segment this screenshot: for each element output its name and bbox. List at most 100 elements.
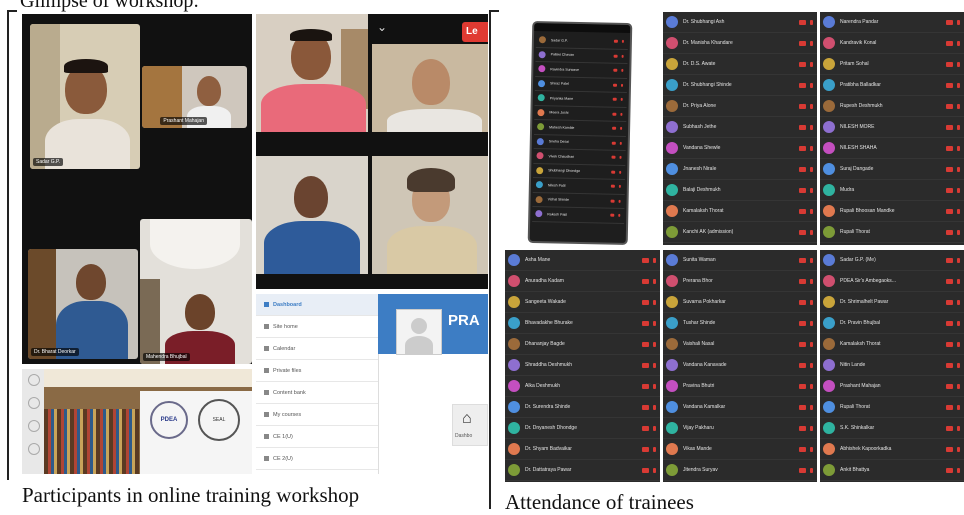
mic-off-icon <box>799 61 806 67</box>
dashboard-tile[interactable]: ⌂ Dashbo <box>452 404 488 446</box>
mic-off-icon <box>642 278 649 284</box>
lms-menu-label: Content bank <box>273 389 306 396</box>
participant-name: Dr. Shubhangi Shinde <box>683 82 732 88</box>
participant-row[interactable]: Mudra <box>820 180 964 201</box>
lms-menu-my-courses[interactable]: My courses <box>256 404 378 426</box>
camera-off-icon <box>957 82 960 88</box>
participant-row[interactable]: PDEA Sir's Ambegaoks... <box>820 271 964 292</box>
lms-menu-course-1[interactable]: CE 1(U) <box>256 426 378 448</box>
participant-row[interactable]: Vijay Pakharu <box>663 418 817 439</box>
participant-row[interactable]: Dr. Shubhangi Shinde <box>663 75 817 96</box>
participant-row[interactable]: Pravina Bhutri <box>663 376 817 397</box>
participant-row[interactable]: Narendra Pandar <box>820 12 964 33</box>
video-tile-mahendra[interactable]: Mahendra Bhujbal <box>140 219 252 364</box>
pin-icon[interactable] <box>28 420 40 432</box>
participant-row[interactable]: Asha Mane <box>505 250 660 271</box>
lms-menu-dashboard[interactable]: Dashboard <box>256 294 378 316</box>
camera-off-icon <box>810 145 813 151</box>
video-tile-prashant[interactable]: Prashant Mahajan <box>142 66 247 128</box>
participant-row[interactable]: Kamalaksh Thorat <box>663 201 817 222</box>
participant-row[interactable]: Pratibha Balladkar <box>820 75 964 96</box>
participant-row[interactable]: Dr. Priya Alone <box>663 96 817 117</box>
participant-row[interactable]: Vaishali Nasal <box>663 334 817 355</box>
participant-row[interactable]: Vandana Kanavade <box>663 355 817 376</box>
participant-name-tag: Dr. Bharat Deorkar <box>31 348 79 356</box>
lms-menu-course-2[interactable]: CE 2(U) <box>256 448 378 470</box>
participant-row[interactable]: Dr. Pravin Bhujbal <box>820 313 964 334</box>
participant-row[interactable]: S.K. Shinkalkar <box>820 418 964 439</box>
zoom-in-icon[interactable] <box>28 374 40 386</box>
participant-row[interactable]: NILESH SHAHA <box>820 138 964 159</box>
phone-icon[interactable] <box>28 443 40 455</box>
participant-row[interactable]: Jnanesh Nirale <box>663 159 817 180</box>
participant-name: Rupali Bhoosan Mandke <box>840 208 895 214</box>
participant-row[interactable]: Vandana Kamalkar <box>663 397 817 418</box>
participant-row[interactable]: Kamalaksh Thorat <box>820 334 964 355</box>
participant-row[interactable]: Rakesh Patil <box>532 207 625 224</box>
mic-off-icon <box>642 446 649 452</box>
participant-row[interactable]: Dhananjay Bagde <box>505 334 660 355</box>
participant-row[interactable]: Dr. Shyam Badvaikar <box>505 439 660 460</box>
participant-name: Dr. Dnyanesh Dhondge <box>525 425 577 431</box>
avatar <box>823 380 835 392</box>
video-tile-bharat[interactable]: Dr. Bharat Deorkar <box>28 249 138 359</box>
participant-row[interactable]: Rupali Thorat <box>820 222 964 243</box>
participant-row[interactable]: Vandana Shewle <box>663 138 817 159</box>
video-tile-4[interactable] <box>372 156 488 274</box>
participant-row[interactable]: Dr. Dattatraya Pawar <box>505 460 660 481</box>
pdea-logo: PDEA <box>150 401 188 439</box>
avatar[interactable] <box>396 309 442 355</box>
participant-row[interactable]: Rupali Thorat <box>820 397 964 418</box>
participant-row[interactable]: Dr. Shubhangi Ash <box>663 12 817 33</box>
lms-menu-calendar[interactable]: Calendar <box>256 338 378 360</box>
participant-row[interactable]: Dr. D.S. Awate <box>663 54 817 75</box>
participant-row[interactable]: Dr. Shrimalhelt Pawar <box>820 292 964 313</box>
participant-row[interactable]: Ankit Bhattya <box>820 460 964 481</box>
participant-row[interactable]: Prashant Mahajan <box>820 376 964 397</box>
participant-row[interactable]: Abhishek Kapoorkadka <box>820 439 964 460</box>
participant-row[interactable]: Kandravik Konal <box>820 33 964 54</box>
video-tile-3[interactable] <box>256 156 368 274</box>
participant-row[interactable]: Subhash Jethe <box>663 117 817 138</box>
participant-row[interactable]: NILESH MORE <box>820 117 964 138</box>
participant-row[interactable]: Bhavadakhe Bhurake <box>505 313 660 334</box>
video-tile-sadar[interactable]: Sadar G.P. <box>30 24 140 169</box>
lms-menu-content-bank[interactable]: Content bank <box>256 382 378 404</box>
participant-row[interactable]: Anuradha Kadam <box>505 271 660 292</box>
participant-row[interactable]: Dr. Manisha Khandare <box>663 33 817 54</box>
chevron-down-icon[interactable]: ⌄ <box>377 20 387 34</box>
mic-off-icon <box>642 362 649 368</box>
participant-row[interactable]: Prerana Bhor <box>663 271 817 292</box>
participant-row[interactable]: Sangeeta Wakade <box>505 292 660 313</box>
lms-menu-site-home[interactable]: Site home <box>256 316 378 338</box>
participant-name: Ravindra Surwase <box>550 67 579 72</box>
participant-row[interactable]: Rupali Bhoosan Mandke <box>820 201 964 222</box>
video-tile-1[interactable] <box>256 14 368 132</box>
lms-menu-label: Dashboard <box>273 301 302 308</box>
participant-row[interactable]: Nitin Lande <box>820 355 964 376</box>
participant-row[interactable]: Alka Deshmukh <box>505 376 660 397</box>
participant-row[interactable]: Shraddha Deshmukh <box>505 355 660 376</box>
leave-button[interactable]: Le <box>462 22 488 42</box>
participant-name: Kanchi AK (admission) <box>683 229 734 235</box>
participant-row[interactable]: Suvarna Pokharkar <box>663 292 817 313</box>
participant-row[interactable]: Suraj Dangade <box>820 159 964 180</box>
lms-menu-private-files[interactable]: Private files <box>256 360 378 382</box>
video-tile-2[interactable]: ⌄ Le <box>372 14 488 132</box>
participant-row[interactable]: Balaji Deshmukh <box>663 180 817 201</box>
participant-row[interactable]: Rupesh Deshmukh <box>820 96 964 117</box>
participant-row[interactable]: Pritam Sohal <box>820 54 964 75</box>
participant-row[interactable]: Sunita Waman <box>663 250 817 271</box>
participant-row[interactable]: Sadar G.P. (Me) <box>820 250 964 271</box>
participant-row[interactable]: Tushar Shinde <box>663 313 817 334</box>
zoom-out-icon[interactable] <box>28 397 40 409</box>
participant-row[interactable]: Dr. Dnyanesh Dhondge <box>505 418 660 439</box>
right-bracket-top <box>489 10 499 12</box>
participant-name: Jnanesh Nirale <box>683 166 717 172</box>
participant-row[interactable]: Kanchi AK (admission) <box>663 222 817 243</box>
participant-row[interactable]: Dr. Surendra Shinde <box>505 397 660 418</box>
avatar <box>666 464 678 476</box>
participant-row[interactable]: Vikas Mande <box>663 439 817 460</box>
camera-off-icon <box>810 404 813 410</box>
participant-row[interactable]: Jitendra Suryav <box>663 460 817 481</box>
